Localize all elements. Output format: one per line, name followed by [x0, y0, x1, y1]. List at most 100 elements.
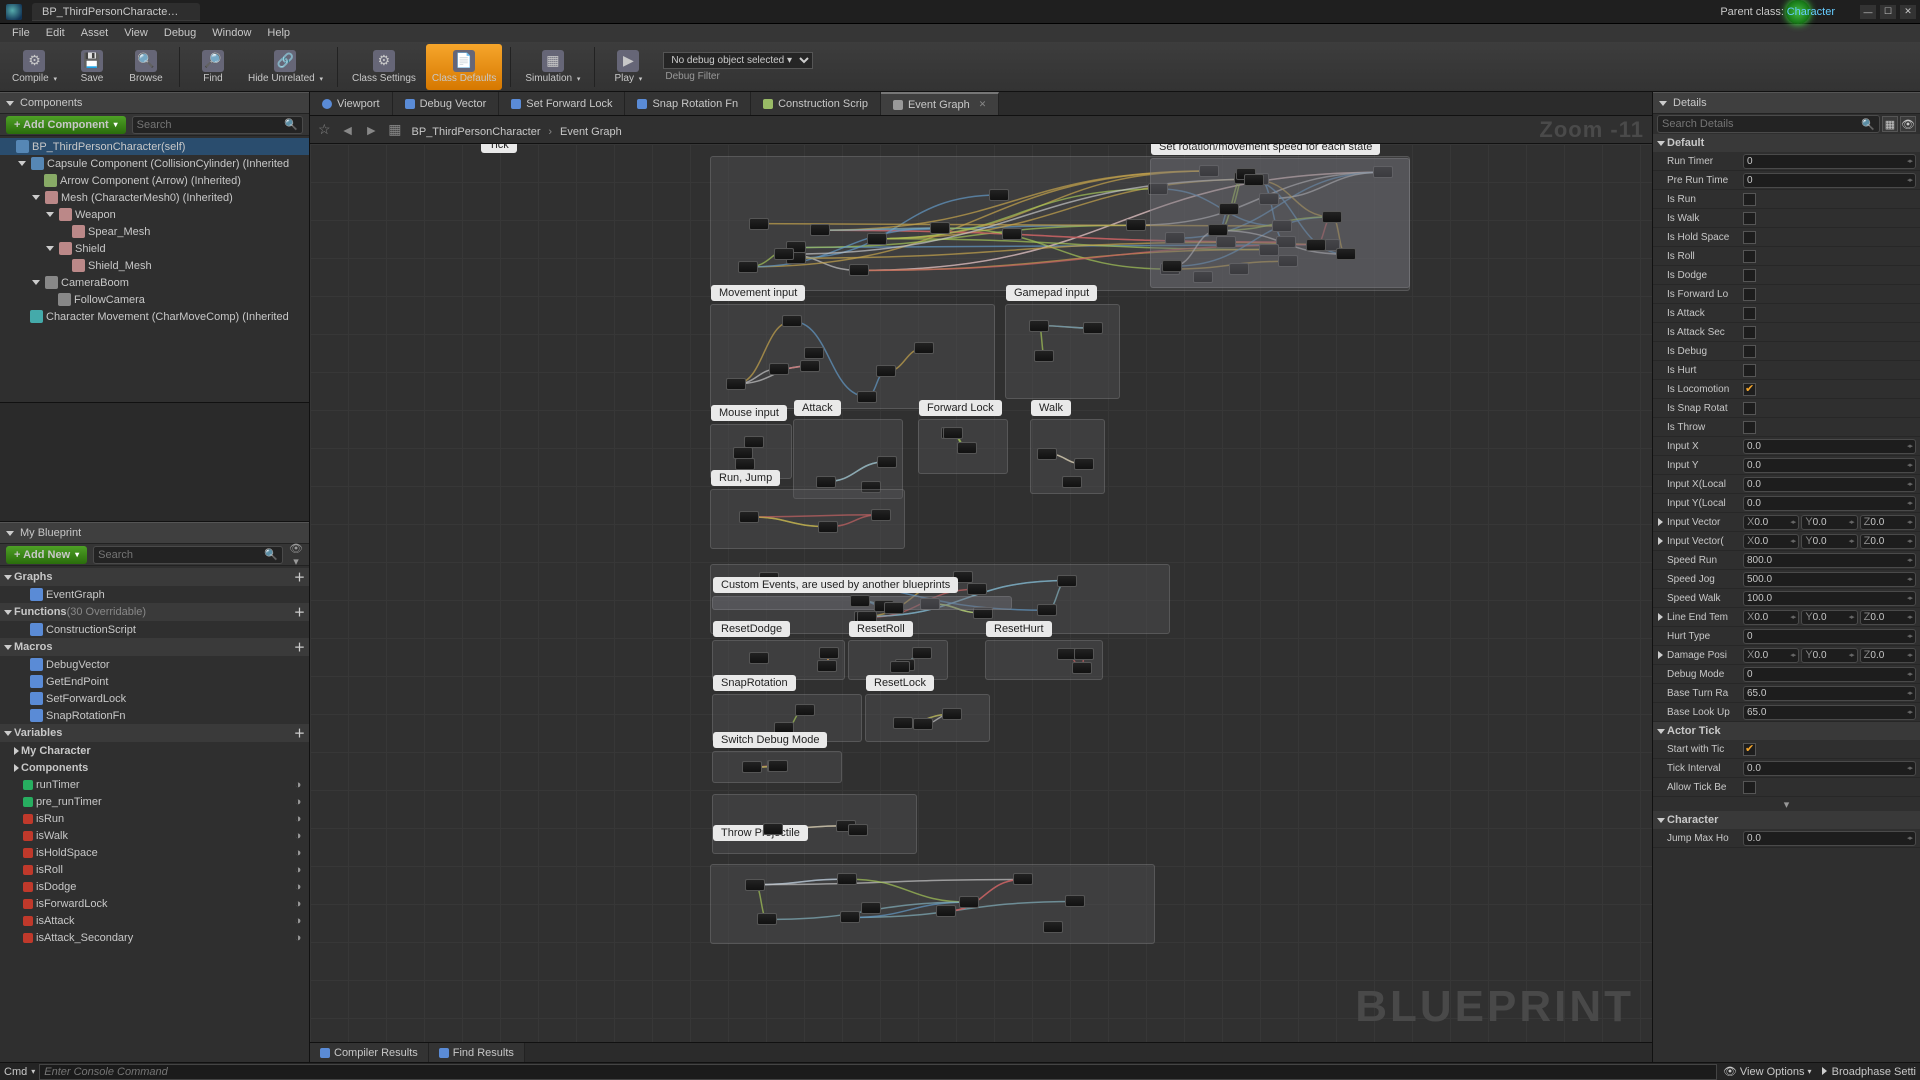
play-button[interactable]: ▶Play ▾ — [603, 44, 653, 90]
bottom-tab[interactable]: Find Results — [429, 1043, 525, 1062]
category-header[interactable]: Default — [1653, 134, 1920, 152]
vec-y-input[interactable]: Y 0.0 — [1801, 648, 1857, 663]
graph-node[interactable] — [957, 442, 977, 454]
graph-node[interactable] — [1083, 322, 1103, 334]
graph-node[interactable] — [749, 218, 769, 230]
details-search-input[interactable] — [1662, 118, 1861, 130]
graph-node[interactable] — [840, 911, 860, 923]
expand-icon[interactable] — [32, 195, 40, 200]
vec-z-input[interactable]: Z 0.0 — [1860, 648, 1916, 663]
graph-node[interactable] — [817, 660, 837, 672]
compile-button[interactable]: ⚙Compile ▾ — [6, 44, 63, 90]
bp-item[interactable]: My Character — [0, 742, 309, 759]
menu-debug[interactable]: Debug — [156, 25, 204, 41]
graph-node[interactable] — [769, 363, 789, 375]
graph-tab[interactable]: Debug Vector — [393, 92, 500, 115]
csettings-button[interactable]: ⚙Class Settings — [346, 44, 422, 90]
graph-node[interactable] — [857, 391, 877, 403]
graph-node[interactable] — [893, 717, 913, 729]
number-input[interactable]: 0 — [1743, 629, 1916, 644]
nav-fwd-icon[interactable]: ► — [364, 122, 378, 138]
graph-node[interactable] — [884, 602, 904, 614]
comment-group[interactable]: Set rotation/movement speed for each sta… — [1150, 158, 1410, 288]
component-row[interactable]: Spear_Mesh — [0, 223, 309, 240]
components-search-input[interactable] — [137, 119, 285, 131]
property-matrix-icon[interactable]: ▦ — [1882, 116, 1898, 132]
checkbox[interactable] — [1743, 345, 1756, 358]
number-input[interactable]: 0 — [1743, 667, 1916, 682]
number-input[interactable]: 100.0 — [1743, 591, 1916, 606]
bp-item[interactable]: runTimer◑ — [0, 776, 309, 793]
graph-node[interactable] — [867, 233, 887, 245]
vec-x-input[interactable]: X 0.0 — [1743, 610, 1799, 625]
number-input[interactable]: 65.0 — [1743, 705, 1916, 720]
menu-file[interactable]: File — [4, 25, 38, 41]
graph-node[interactable] — [1162, 260, 1182, 272]
graph-node[interactable] — [1065, 895, 1085, 907]
comment-group[interactable] — [710, 864, 1155, 944]
graph-node[interactable] — [749, 652, 769, 664]
number-input[interactable]: 0.0 — [1743, 458, 1916, 473]
vec-y-input[interactable]: Y 0.0 — [1801, 610, 1857, 625]
graph-node[interactable] — [1072, 662, 1092, 674]
graph-node[interactable] — [837, 873, 857, 885]
graph-tab[interactable]: Set Forward Lock — [499, 92, 625, 115]
component-row[interactable]: Arrow Component (Arrow) (Inherited) — [0, 172, 309, 189]
bp-item[interactable]: SetForwardLock — [0, 690, 309, 707]
bp-item[interactable]: isAttack_Secondary◑ — [0, 929, 309, 946]
vec-y-input[interactable]: Y 0.0 — [1801, 534, 1857, 549]
nav-back-icon[interactable]: ◄ — [341, 122, 355, 138]
menu-edit[interactable]: Edit — [38, 25, 73, 41]
console-dropdown-icon[interactable]: ▾ — [31, 1067, 35, 1076]
number-input[interactable]: 0.0 — [1743, 496, 1916, 511]
graph-node[interactable] — [914, 342, 934, 354]
save-button[interactable]: 💾Save — [67, 44, 117, 90]
graph-node[interactable] — [774, 248, 794, 260]
vec-x-input[interactable]: X 0.0 — [1743, 534, 1799, 549]
graph-node[interactable] — [890, 661, 910, 673]
graph-node[interactable] — [816, 476, 836, 488]
graph-node[interactable] — [810, 224, 830, 236]
visibility-icon[interactable]: ◑ — [291, 847, 305, 859]
number-input[interactable]: 0 — [1743, 154, 1916, 169]
bp-item[interactable]: isAttack◑ — [0, 912, 309, 929]
graph-node[interactable] — [804, 347, 824, 359]
graph-node[interactable] — [1002, 228, 1022, 240]
section-functions[interactable]: Functions (30 Overridable)＋ — [0, 603, 309, 621]
vec-z-input[interactable]: Z 0.0 — [1860, 610, 1916, 625]
graph-node[interactable] — [942, 708, 962, 720]
graph-node[interactable] — [877, 456, 897, 468]
comment-group[interactable]: Gamepad input — [1005, 304, 1120, 399]
bp-item[interactable]: isRoll◑ — [0, 861, 309, 878]
add-icon[interactable]: ＋ — [294, 569, 305, 585]
number-input[interactable]: 65.0 — [1743, 686, 1916, 701]
graph-tab[interactable]: Construction Scrip — [751, 92, 881, 115]
graph-node[interactable] — [959, 896, 979, 908]
expand-icon[interactable] — [32, 280, 40, 285]
graph-node[interactable] — [1034, 350, 1054, 362]
graph-node[interactable] — [849, 264, 869, 276]
bp-item[interactable]: ConstructionScript — [0, 621, 309, 638]
bp-item[interactable]: GetEndPoint — [0, 673, 309, 690]
checkbox[interactable] — [1743, 288, 1756, 301]
breadcrumb-root[interactable]: BP_ThirdPersonCharacter — [412, 126, 541, 138]
bottom-tab[interactable]: Compiler Results — [310, 1043, 429, 1062]
graph-node[interactable] — [1062, 476, 1082, 488]
checkbox[interactable] — [1743, 269, 1756, 282]
checkbox[interactable] — [1743, 307, 1756, 320]
graph-node[interactable] — [1074, 648, 1094, 660]
expand-icon[interactable] — [46, 246, 54, 251]
graph-node[interactable] — [739, 511, 759, 523]
graph-node[interactable] — [800, 360, 820, 372]
graph-node[interactable] — [876, 365, 896, 377]
graph-node[interactable] — [861, 902, 881, 914]
graph-node[interactable] — [1029, 320, 1049, 332]
visibility-icon[interactable]: ◑ — [291, 881, 305, 893]
comment-group[interactable]: Movement input — [710, 304, 995, 409]
visibility-icon[interactable]: ◑ — [291, 915, 305, 927]
visibility-icon[interactable]: ◑ — [291, 898, 305, 910]
component-row[interactable]: BP_ThirdPersonCharacter(self) — [0, 138, 309, 155]
add-new-button[interactable]: + Add New — [6, 546, 87, 564]
graph-node[interactable] — [1322, 211, 1342, 223]
graph-node[interactable] — [967, 583, 987, 595]
